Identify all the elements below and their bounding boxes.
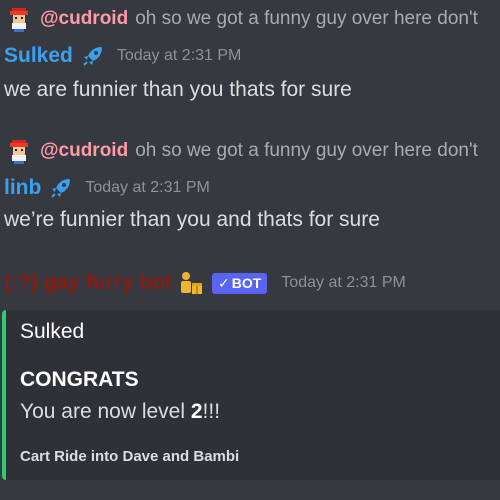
timestamp[interactable]: Today at 2:31 PM xyxy=(85,179,210,197)
embed-title: CONGRATS xyxy=(20,368,139,391)
embed-description: You are now level 2!!! xyxy=(20,400,220,424)
rocket-icon xyxy=(81,44,105,68)
check-icon: ✓ xyxy=(218,274,230,291)
bot-badge-label: BOT xyxy=(231,275,262,291)
reply-reference[interactable]: @cudroid oh so we got a funny guy over h… xyxy=(0,136,478,166)
person-with-gift-icon xyxy=(178,270,204,296)
embed-description-prefix: You are now level xyxy=(20,400,191,423)
reply-preview-text[interactable]: oh so we got a funny guy over here don't xyxy=(135,8,478,30)
timestamp[interactable]: Today at 2:31 PM xyxy=(117,47,242,65)
message-header: (:?) gay furry bot ✓ BOT Today at 2:31 P… xyxy=(4,270,406,296)
pixel-character-avatar-icon xyxy=(6,138,32,164)
pixel-character-avatar-icon xyxy=(6,6,32,32)
bot-badge: ✓ BOT xyxy=(212,272,268,294)
reply-preview-text[interactable]: oh so we got a funny guy over here don't xyxy=(135,140,478,162)
author-name[interactable]: linb xyxy=(4,176,41,200)
message-header: Sulked Today at 2:31 PM xyxy=(4,44,241,68)
timestamp[interactable]: Today at 2:31 PM xyxy=(281,274,406,292)
message-content: we’re funnier than you and thats for sur… xyxy=(4,208,380,231)
rocket-icon xyxy=(49,176,73,200)
message-header: linb Today at 2:31 PM xyxy=(4,176,210,200)
embed-author: Sulked xyxy=(20,320,85,343)
embed-level-value: 2 xyxy=(190,400,203,423)
reply-reference[interactable]: @cudroid oh so we got a funny guy over h… xyxy=(0,4,478,34)
message-content: we are funnier than you thats for sure xyxy=(4,78,352,101)
bot-author-name[interactable]: (:?) gay furry bot xyxy=(4,271,172,295)
embed-description-suffix: !!! xyxy=(202,400,221,423)
reply-mention[interactable]: @cudroid xyxy=(40,140,128,162)
author-name[interactable]: Sulked xyxy=(4,44,73,68)
embed-footer: Cart Ride into Dave and Bambi xyxy=(20,448,240,465)
reply-mention[interactable]: @cudroid xyxy=(40,8,128,30)
